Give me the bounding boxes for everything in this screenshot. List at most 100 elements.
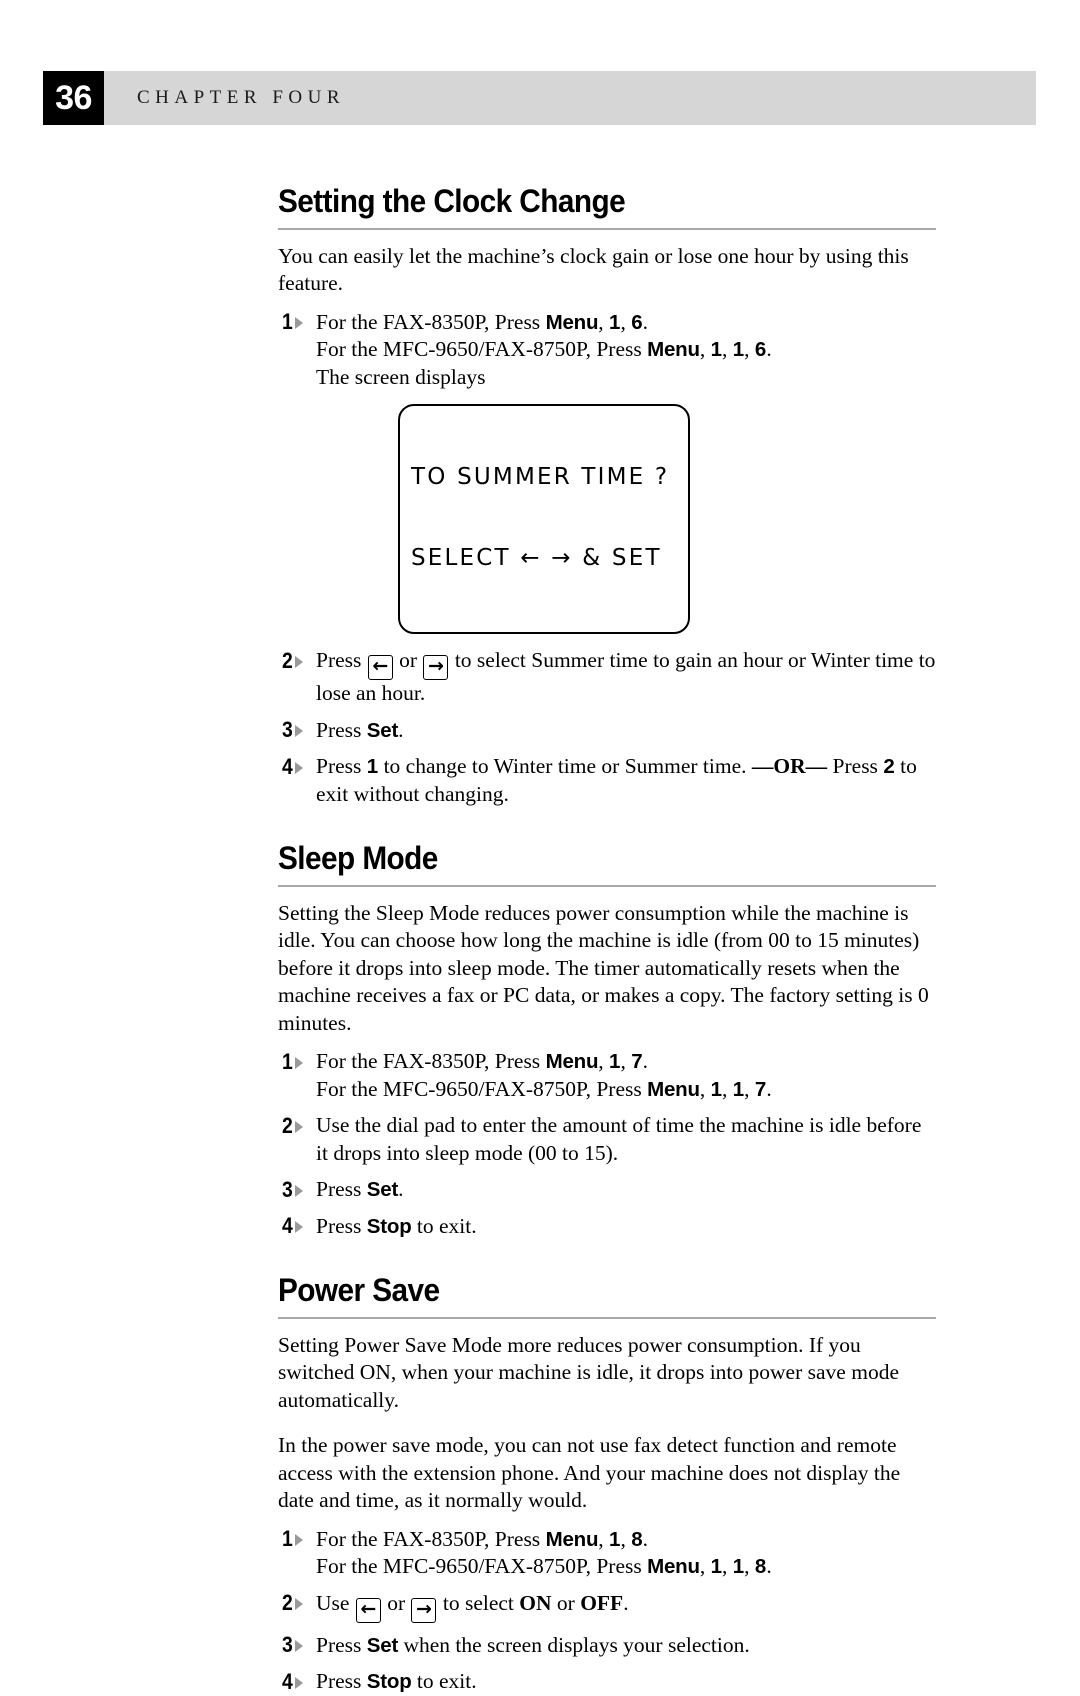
step-number: 1	[282, 1048, 293, 1074]
step-text: For the MFC-9650/FAX-8750P, Press	[316, 337, 648, 362]
step-item: 1 For the FAX-8350P, Press Menu, 1, 7. F…	[278, 1048, 936, 1103]
step-number: 3	[282, 1176, 293, 1202]
arrow-left-icon[interactable]: ←	[367, 655, 393, 681]
step-line: The screen displays	[316, 364, 486, 389]
key-menu: Menu	[545, 1527, 599, 1551]
heading-rule	[278, 884, 936, 887]
key-digit: 6	[631, 310, 643, 334]
step-number: 3	[282, 1632, 293, 1658]
step-number: 1	[282, 1526, 293, 1552]
step-text: to exit.	[411, 1669, 477, 1694]
sep: ,	[620, 309, 632, 334]
steps-list-power-save: 1 For the FAX-8350P, Press Menu, 1, 8. F…	[278, 1526, 936, 1696]
key-digit: 1	[609, 1050, 621, 1074]
step-line: For the MFC-9650/FAX-8750P, Press Menu, …	[316, 1076, 936, 1104]
triangle-icon	[295, 1221, 304, 1234]
section-heading-power-save: Power Save	[278, 1272, 440, 1309]
sep: ,	[699, 1554, 711, 1579]
sep: ,	[620, 1049, 632, 1074]
key-menu: Menu	[647, 338, 700, 362]
sep: ,	[598, 1049, 610, 1074]
page-number-badge: 36	[43, 71, 104, 125]
step-text: Press	[316, 1669, 367, 1694]
step-item: 4 Press Stop to exit.	[278, 1668, 936, 1696]
sep: ,	[744, 337, 755, 362]
triangle-icon	[295, 725, 304, 738]
key-digit: 1	[732, 1555, 745, 1579]
sep: ,	[744, 1076, 755, 1101]
step-item: 3 Press Set.	[278, 1176, 936, 1204]
sep: ,	[722, 1076, 733, 1101]
step-marker: 1	[282, 1048, 316, 1075]
key-menu: Menu	[545, 310, 599, 334]
arrow-right-icon[interactable]: →	[411, 1597, 437, 1623]
triangle-icon	[295, 1676, 304, 1689]
step-number: 3	[282, 717, 293, 743]
sep: ,	[620, 1526, 632, 1551]
step-number: 2	[282, 647, 293, 673]
step-marker: 3	[282, 1632, 316, 1659]
step-text: when the screen displays your selection.	[398, 1632, 750, 1657]
step-line: For the FAX-8350P, Press Menu, 1, 7.	[316, 1048, 936, 1076]
step-item: 1 For the FAX-8350P, Press Menu, 1, 6. F…	[278, 309, 936, 392]
step-text: Use the dial pad to enter the amount of …	[316, 1113, 922, 1165]
triangle-icon	[295, 317, 304, 330]
option-on: ON	[519, 1590, 552, 1615]
triangle-icon	[295, 655, 304, 668]
triangle-icon	[295, 1056, 304, 1069]
arrow-left-icon[interactable]: ←	[355, 1597, 381, 1623]
period: .	[642, 309, 648, 334]
step-marker: 2	[282, 1590, 316, 1617]
key-digit: 1	[710, 338, 722, 362]
step-text: to exit.	[411, 1213, 477, 1238]
step-text: Press	[316, 1213, 367, 1238]
sep: ,	[722, 337, 733, 362]
or-separator: —OR—	[751, 754, 828, 779]
step-number: 1	[282, 309, 293, 335]
key-digit: 1	[732, 338, 745, 362]
step-marker: 1	[282, 309, 316, 336]
key-set: Set	[366, 1178, 399, 1202]
page-header: 36 CHAPTER FOUR	[43, 71, 1036, 125]
step-marker: 2	[282, 647, 316, 674]
step-number: 4	[282, 753, 293, 779]
section-intro-power-save: Setting Power Save Mode more reduces pow…	[278, 1332, 899, 1412]
section-heading-clock-change: Setting the Clock Change	[278, 183, 626, 219]
step-marker: 2	[282, 1112, 316, 1139]
step-line: For the FAX-8350P, Press Menu, 1, 8.	[316, 1526, 936, 1554]
conjunction: or	[381, 1590, 411, 1615]
page-number: 36	[55, 79, 92, 117]
chapter-label: CHAPTER FOUR	[137, 87, 345, 108]
key-set: Set	[366, 718, 399, 742]
key-digit: 8	[631, 1527, 643, 1551]
step-marker: 3	[282, 717, 316, 744]
step-marker: 3	[282, 1176, 316, 1203]
key-digit: 1	[710, 1555, 722, 1579]
section-intro-sleep-mode: Setting the Sleep Mode reduces power con…	[278, 900, 929, 1035]
section-heading-sleep-mode: Sleep Mode	[278, 840, 438, 877]
step-text: Press	[316, 717, 367, 742]
conjunction: or	[551, 1590, 581, 1615]
key-digit: 7	[754, 1077, 767, 1101]
period: .	[766, 1076, 772, 1101]
option-off: OFF	[580, 1590, 624, 1615]
conjunction: or	[393, 648, 423, 673]
period: .	[398, 1177, 404, 1202]
arrow-right-icon[interactable]: →	[423, 655, 449, 681]
key-digit: 1	[710, 1077, 722, 1101]
step-marker: 1	[282, 1526, 316, 1553]
step-text: For the FAX-8350P, Press	[316, 1526, 546, 1551]
step-text: For the FAX-8350P, Press	[316, 1049, 546, 1074]
key-menu: Menu	[647, 1555, 700, 1579]
step-text: Press	[316, 1177, 367, 1202]
sep: ,	[699, 337, 711, 362]
period: .	[766, 337, 772, 362]
step-marker: 4	[282, 1213, 316, 1240]
period: .	[766, 1554, 772, 1579]
step-item: 2 Use ← or → to select ON or OFF.	[278, 1590, 936, 1623]
triangle-icon	[295, 1120, 304, 1133]
key-stop: Stop	[366, 1670, 412, 1694]
step-text: Use	[316, 1590, 355, 1615]
lcd-screen: TO SUMMER TIME ? SELECT ← → & SET	[398, 404, 690, 635]
step-number: 2	[282, 1112, 293, 1138]
